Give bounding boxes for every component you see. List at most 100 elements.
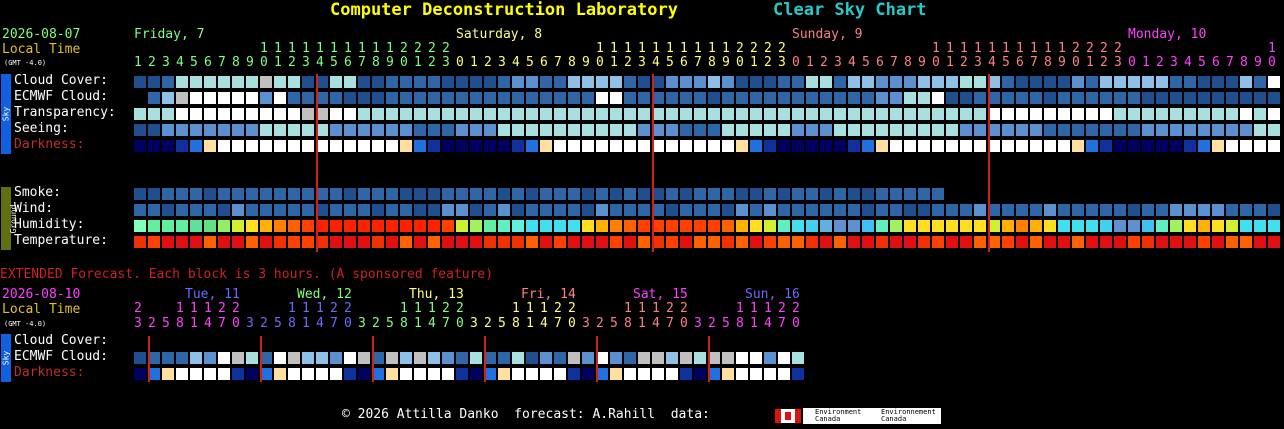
label-cloud-cover[interactable]: Cloud Cover: xyxy=(14,74,108,88)
forecast-block xyxy=(680,188,692,200)
forecast-block xyxy=(428,204,440,216)
ext-hour-tens: 2 xyxy=(680,301,688,316)
darkness-block xyxy=(862,140,874,152)
label-seeing[interactable]: Seeing: xyxy=(14,122,69,136)
ext-dark-block xyxy=(554,368,566,380)
forecast-block xyxy=(344,236,356,248)
forecast-block xyxy=(750,204,762,216)
hour-ones: 5 xyxy=(190,55,198,70)
hour-tens: 1 xyxy=(372,41,380,56)
forecast-block xyxy=(498,204,510,216)
forecast-block xyxy=(456,92,468,104)
ground-tab[interactable]: Ground xyxy=(1,187,18,250)
forecast-block xyxy=(176,188,188,200)
forecast-block xyxy=(596,204,608,216)
label-wind[interactable]: Wind: xyxy=(14,202,53,216)
forecast-block xyxy=(932,220,944,232)
forecast-block xyxy=(806,108,818,120)
forecast-block xyxy=(568,188,580,200)
forecast-block xyxy=(554,76,566,88)
forecast-block xyxy=(246,108,258,120)
ext-dark-block xyxy=(568,368,580,380)
ext-now-marker xyxy=(260,336,262,382)
forecast-block xyxy=(512,236,524,248)
hour-ones: 8 xyxy=(904,55,912,70)
forecast-block xyxy=(708,188,720,200)
ext-label-cloud[interactable]: Cloud Cover: xyxy=(14,334,108,348)
chart-subtitle[interactable]: Clear Sky Chart xyxy=(773,2,927,19)
ext-hour-tens: 1 xyxy=(764,301,772,316)
forecast-block xyxy=(708,76,720,88)
forecast-block xyxy=(1156,236,1168,248)
forecast-block xyxy=(736,92,748,104)
ext-cloud-block xyxy=(750,352,762,364)
env-canada-logo[interactable]: Environment Canada Environnement Canada xyxy=(803,408,941,424)
ext-hour-tens: 2 xyxy=(456,301,464,316)
canada-flag-icon[interactable] xyxy=(775,409,801,423)
hour-ones: 3 xyxy=(162,55,170,70)
ext-cloud-block xyxy=(134,352,146,364)
forecast-block xyxy=(750,188,762,200)
ext-sky-tab[interactable]: Sky xyxy=(1,334,11,382)
darkness-block xyxy=(1002,140,1014,152)
ext-hour-ones: 0 xyxy=(568,316,576,331)
label-transparency[interactable]: Transparency: xyxy=(14,106,116,120)
forecast-block xyxy=(148,188,160,200)
forecast-block xyxy=(1170,124,1182,136)
forecast-block xyxy=(638,204,650,216)
forecast-block xyxy=(862,188,874,200)
hour-ones: 9 xyxy=(1058,55,1066,70)
forecast-block xyxy=(218,220,230,232)
forecast-block xyxy=(890,124,902,136)
ext-dark-block xyxy=(288,368,300,380)
ext-hour-tens: 1 xyxy=(302,301,310,316)
darkness-block xyxy=(1226,140,1238,152)
forecast-block xyxy=(386,188,398,200)
forecast-block xyxy=(890,236,902,248)
forecast-block xyxy=(946,124,958,136)
ext-day-0: Tue, 11 xyxy=(185,287,240,302)
label-smoke[interactable]: Smoke: xyxy=(14,186,61,200)
ext-label-dark[interactable]: Darkness: xyxy=(14,366,84,380)
forecast-block xyxy=(232,236,244,248)
forecast-block xyxy=(1268,204,1280,216)
darkness-block xyxy=(876,140,888,152)
ext-hour-ones: 2 xyxy=(260,316,268,331)
forecast-block xyxy=(1072,92,1084,104)
label-temperature[interactable]: Temperature: xyxy=(14,234,108,248)
ext-label-ecmwf[interactable]: ECMWF Cloud: xyxy=(14,350,108,364)
ext-dark-block xyxy=(232,368,244,380)
ext-gmt: (GMT -4.0) xyxy=(4,320,47,328)
forecast-block xyxy=(862,124,874,136)
forecast-block xyxy=(232,92,244,104)
forecast-block xyxy=(330,124,342,136)
hour-ones: 7 xyxy=(694,55,702,70)
darkness-block xyxy=(498,140,510,152)
sky-tab[interactable]: Sky xyxy=(1,74,11,154)
forecast-block xyxy=(1002,220,1014,232)
label-ecmwf-cloud[interactable]: ECMWF Cloud: xyxy=(14,90,108,104)
ext-hour-tens: 1 xyxy=(204,301,212,316)
ext-hour-ones: 7 xyxy=(218,316,226,331)
forecast-block xyxy=(806,188,818,200)
forecast-block xyxy=(176,236,188,248)
ext-hour-ones: 4 xyxy=(204,316,212,331)
hour-ones: 0 xyxy=(400,55,408,70)
forecast-block xyxy=(1184,236,1196,248)
forecast-block xyxy=(638,188,650,200)
label-humidity[interactable]: Humidity: xyxy=(14,218,84,232)
forecast-block xyxy=(680,236,692,248)
forecast-block xyxy=(666,92,678,104)
forecast-block xyxy=(358,108,370,120)
forecast-block xyxy=(1086,92,1098,104)
forecast-block xyxy=(946,76,958,88)
forecast-block xyxy=(946,92,958,104)
forecast-block xyxy=(344,124,356,136)
forecast-block xyxy=(260,220,272,232)
darkness-block xyxy=(148,140,160,152)
ext-hour-ones: 1 xyxy=(190,316,198,331)
ext-hour-tens: 1 xyxy=(190,301,198,316)
forecast-block xyxy=(862,220,874,232)
label-darkness[interactable]: Darkness: xyxy=(14,138,84,152)
now-marker xyxy=(652,74,654,252)
